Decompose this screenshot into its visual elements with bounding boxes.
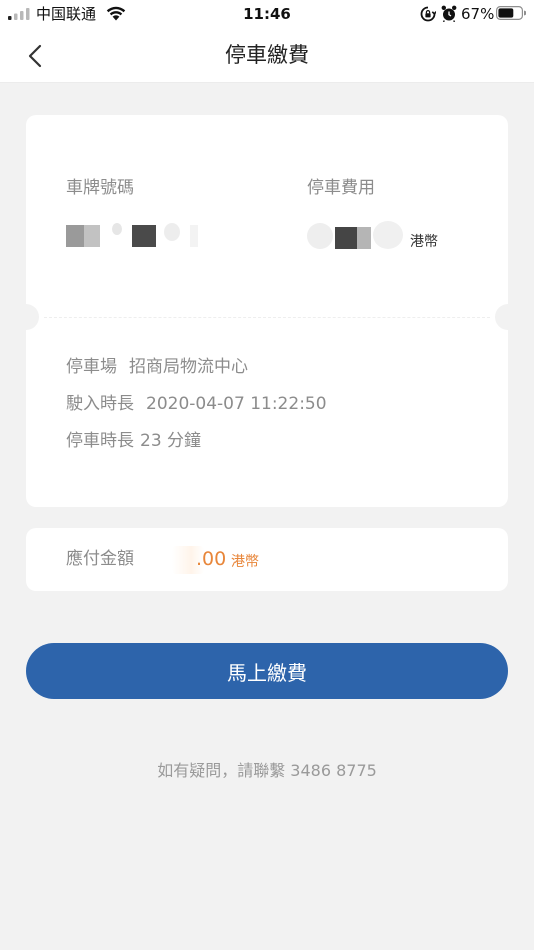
amount-due-label: 應付金額 [66, 549, 134, 569]
parking-duration-row: 停車時長 23 分鐘 [66, 429, 201, 453]
parking-duration-value: 23 分鐘 [140, 431, 202, 451]
parking-fee-label: 停車費用 [307, 178, 375, 198]
parking-ticket-card: 車牌號碼 停車費用 港幣 停車場 招商局物流中心 駛入時長 2020-04-07 1… [13, 115, 521, 507]
plate-number-masked-value [66, 221, 206, 251]
entry-time-label: 駛入時長 [66, 394, 134, 414]
entry-time-row: 駛入時長 2020-04-07 11:22:50 [66, 392, 327, 416]
entry-time-value: 2020-04-07 11:22:50 [146, 394, 327, 414]
pay-now-button[interactable]: 馬上繳費 [26, 643, 508, 699]
ticket-notch-left [13, 304, 39, 330]
ticket-divider [44, 317, 490, 318]
plate-number-label: 車牌號碼 [66, 178, 134, 198]
ticket-notch-right [495, 304, 521, 330]
parking-fee-currency: 港幣 [410, 234, 438, 250]
parking-fee-masked-value [307, 219, 407, 251]
status-bar: 中国联通 11:46 67% [0, 0, 534, 28]
back-button[interactable] [18, 36, 58, 76]
amount-due-value: .00 [196, 548, 227, 570]
amount-due-currency: 港幣 [231, 554, 259, 570]
rotation-lock-icon [420, 6, 436, 22]
battery-icon [496, 6, 526, 20]
amount-due-card: 應付金額 .00 港幣 [26, 528, 508, 591]
parking-lot-value: 招商局物流中心 [129, 357, 248, 377]
contact-info-text: 如有疑問，請聯繫 3486 8775 [157, 761, 377, 780]
navigation-bar: 停車繳費 [0, 28, 534, 83]
chevron-left-icon [28, 44, 42, 68]
parking-lot-label: 停車場 [66, 357, 117, 377]
parking-lot-row: 停車場 招商局物流中心 [66, 355, 248, 379]
alarm-icon [441, 5, 457, 22]
parking-duration-label: 停車時長 [66, 431, 134, 451]
page-title: 停車繳費 [225, 43, 309, 67]
battery-percentage: 67% [461, 5, 495, 23]
